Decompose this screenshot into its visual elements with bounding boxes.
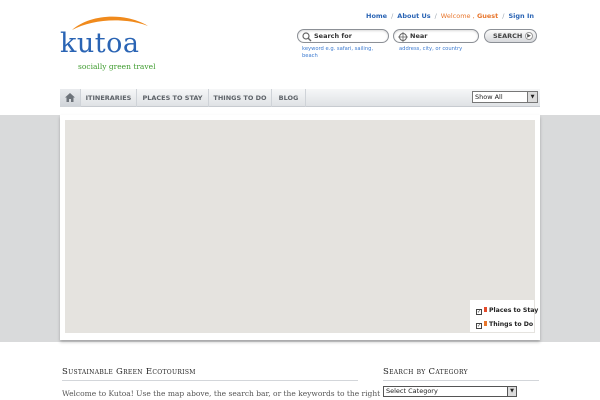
nav-things-to-do[interactable]: THINGS TO DO	[209, 89, 272, 107]
home-icon	[65, 93, 75, 102]
dropdown-arrow-icon: ▼	[527, 92, 537, 102]
legend-label: Things to Do	[489, 321, 534, 328]
nav-home[interactable]	[60, 89, 81, 107]
search-button-label: SEARCH	[493, 32, 523, 40]
intro-text: Welcome to Kutoa! Use the map above, the…	[62, 389, 381, 398]
guest-name: Guest	[476, 12, 499, 20]
map-canvas[interactable]	[65, 120, 535, 333]
search-for-placeholder: Search for	[314, 32, 352, 40]
map-legend: ✓ Places to Stay ✓ Things to Do	[470, 300, 538, 332]
search-icon	[302, 32, 312, 42]
main-nav: ITINERARIES PLACES TO STAY THINGS TO DO …	[60, 89, 540, 107]
map-pin-icon	[484, 321, 487, 326]
legend-places-to-stay[interactable]: ✓ Places to Stay	[476, 307, 538, 315]
divider	[62, 380, 358, 381]
legend-label: Places to Stay	[489, 307, 539, 314]
near-hint: address, city, or country	[399, 46, 463, 52]
sign-in-link[interactable]: Sign In	[509, 12, 535, 20]
arrow-right-icon: ▶	[525, 32, 533, 40]
show-filter-select[interactable]: Show All ▼	[472, 91, 538, 103]
map-pin-icon	[484, 307, 487, 312]
dropdown-arrow-icon: ▼	[507, 387, 516, 396]
search-for-input[interactable]: Search for	[297, 29, 389, 43]
near-placeholder: Near	[410, 32, 428, 40]
places-to-stay-checkbox[interactable]: ✓	[476, 309, 482, 315]
search-button[interactable]: SEARCH ▶	[484, 29, 537, 43]
search-for-hint: keyword e.g. safari, sailing, beach	[302, 46, 374, 59]
logo-wordmark: kutoa	[60, 28, 140, 59]
about-link[interactable]: About Us	[397, 12, 430, 20]
divider	[383, 380, 539, 381]
legend-things-to-do[interactable]: ✓ Things to Do	[476, 321, 533, 329]
nav-places-to-stay[interactable]: PLACES TO STAY	[137, 89, 209, 107]
welcome-text: Welcome ,	[440, 12, 475, 20]
nav-blog[interactable]: BLOG	[272, 89, 306, 107]
logo[interactable]: kutoa socially green travel	[60, 12, 160, 71]
show-filter-value: Show All	[475, 93, 503, 101]
page: kutoa socially green travel Home / About U…	[0, 0, 600, 400]
category-select-value: Select Category	[386, 387, 438, 395]
location-icon	[398, 32, 408, 42]
logo-tagline: socially green travel	[78, 62, 156, 71]
near-input[interactable]: Near	[393, 29, 479, 43]
side-heading: Search by Category	[383, 367, 468, 377]
things-to-do-checkbox[interactable]: ✓	[476, 323, 482, 329]
nav-itineraries[interactable]: ITINERARIES	[81, 89, 137, 107]
top-links: Home / About Us / Welcome , Guest / Sign In	[366, 12, 534, 20]
main-heading: Sustainable Green Ecotourism	[62, 367, 196, 377]
home-link[interactable]: Home	[366, 12, 387, 20]
category-select[interactable]: Select Category ▼	[383, 386, 517, 397]
